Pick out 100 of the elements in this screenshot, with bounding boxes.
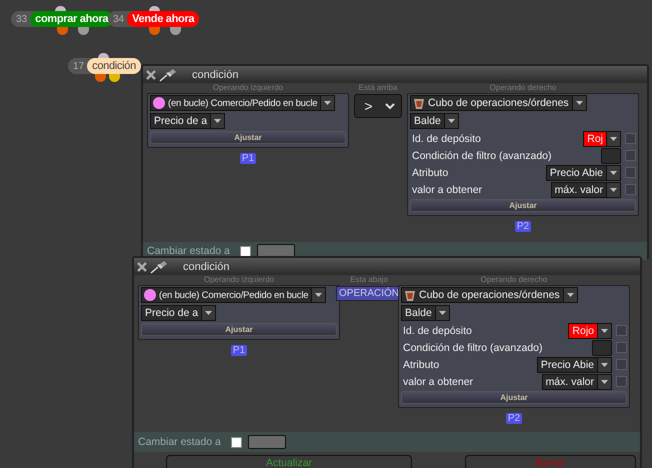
property-dropdown[interactable]: máx. valor xyxy=(550,182,621,198)
source-dropdown[interactable]: Cubo de operaciones/órdenes xyxy=(410,95,587,111)
caret-icon xyxy=(205,311,212,315)
input-port[interactable] xyxy=(55,6,66,11)
checkbox[interactable] xyxy=(230,436,242,448)
node[interactable]: 17 condición xyxy=(68,58,141,74)
bucket-icon xyxy=(413,97,425,109)
input-port[interactable] xyxy=(98,53,109,58)
caret-icon xyxy=(610,170,617,174)
section-label: Operando izquierdo xyxy=(212,83,284,93)
caret-icon xyxy=(438,311,446,315)
output-port[interactable] xyxy=(95,74,106,82)
checkbox[interactable] xyxy=(625,167,636,178)
caret-icon xyxy=(601,380,608,384)
section-label: Operando derecho xyxy=(480,275,548,285)
output-port[interactable] xyxy=(109,74,120,82)
dropdown-value: máx. valor xyxy=(554,184,604,196)
checkbox[interactable] xyxy=(616,376,627,387)
dropdown-value: Roj xyxy=(586,132,604,144)
dropdown-value: Precio de a xyxy=(153,115,208,127)
parameter-tag: P2 xyxy=(506,413,522,424)
pushpin-icon xyxy=(159,68,177,82)
property-label: Condición de filtro (avanzado) xyxy=(403,342,544,354)
checkbox[interactable] xyxy=(616,325,627,336)
checkbox[interactable] xyxy=(625,150,636,161)
parameter-tag: P1 xyxy=(240,153,256,164)
node-number: 34 xyxy=(112,14,126,24)
caret-icon xyxy=(610,136,617,140)
caret-icon xyxy=(324,101,332,105)
output-port[interactable] xyxy=(78,27,89,35)
input-field[interactable] xyxy=(592,340,612,356)
property-dropdown[interactable]: Precio Abie xyxy=(536,356,612,372)
checkbox[interactable] xyxy=(625,133,636,144)
dropdown-value: (en bucle) Comercio/Pedido en bucle xyxy=(167,98,318,108)
circle-icon xyxy=(153,97,165,109)
state-label: Cambiar estado a xyxy=(138,436,221,448)
node-label: condición xyxy=(87,58,141,74)
circle-icon xyxy=(144,289,156,301)
close-icon xyxy=(137,262,147,272)
node-label: Vende ahora xyxy=(127,11,200,27)
close-button[interactable] xyxy=(146,70,156,80)
pin-button[interactable] xyxy=(159,68,177,82)
parameter-tag: P2 xyxy=(514,221,532,232)
operator-dropdown[interactable]: > xyxy=(354,94,402,118)
node-number: 17 xyxy=(72,60,86,72)
close-button[interactable] xyxy=(137,262,147,272)
field-dropdown[interactable]: Precio de a xyxy=(150,113,226,129)
input-port[interactable] xyxy=(149,6,160,11)
source-dropdown[interactable]: (en bucle) Comercio/Pedido en bucle xyxy=(141,287,326,303)
property-label: Condición de filtro (avanzado) xyxy=(412,150,552,162)
section-label: Está arriba xyxy=(358,83,398,93)
dropdown-value: Precio de a xyxy=(144,307,200,319)
adjust-button[interactable]: Ajustar xyxy=(141,323,337,336)
caret-icon xyxy=(566,293,574,297)
node-number: 33 xyxy=(15,14,28,24)
caret-icon xyxy=(601,328,608,332)
caret-icon xyxy=(576,101,583,105)
caret-icon xyxy=(315,293,322,297)
source-dropdown[interactable]: (en bucle) Comercio/Pedido en bucle xyxy=(150,95,336,111)
property-label: Id. de depósito xyxy=(403,324,473,336)
chevron-down-icon xyxy=(384,102,395,110)
pushpin-icon xyxy=(150,260,168,274)
property-label: Atributo xyxy=(403,358,440,370)
property-dropdown[interactable]: máx. valor xyxy=(542,374,612,390)
section-label: Esta abajo xyxy=(350,275,388,285)
source-dropdown[interactable]: Cubo de operaciones/órdenes xyxy=(401,287,578,303)
close-icon xyxy=(146,70,156,80)
bucket-icon xyxy=(404,289,416,301)
dropdown-value: Balde xyxy=(404,307,433,319)
window-title: condición xyxy=(192,68,238,80)
property-label: valor a obtener xyxy=(403,376,474,388)
caret-icon xyxy=(448,119,455,123)
caret-icon xyxy=(214,119,222,123)
checkbox[interactable] xyxy=(625,184,636,195)
output-port[interactable] xyxy=(149,27,160,35)
property-label: Atributo xyxy=(412,166,450,178)
property-dropdown[interactable]: Precio Abie xyxy=(546,164,621,180)
caret-icon xyxy=(610,188,617,192)
output-port[interactable] xyxy=(57,27,68,35)
output-port[interactable] xyxy=(170,27,181,35)
adjust-button[interactable]: Ajustar xyxy=(150,131,346,144)
node[interactable]: 34 Vende ahora xyxy=(108,11,200,27)
state-field[interactable] xyxy=(248,435,286,449)
property-label: Id. de depósito xyxy=(412,132,482,144)
window-title: condición xyxy=(183,260,230,272)
checkbox[interactable] xyxy=(616,359,627,370)
pin-button[interactable] xyxy=(150,260,168,274)
adjust-button[interactable]: Ajustar xyxy=(401,391,627,404)
dropdown-value: Precio Abie xyxy=(548,166,604,178)
field-dropdown[interactable]: Precio de a xyxy=(141,305,216,321)
checkbox[interactable] xyxy=(616,342,627,353)
dropdown-value: máx. valor xyxy=(544,376,595,388)
input-field[interactable] xyxy=(601,148,621,164)
dropdown-value: Precio Abie xyxy=(540,358,595,370)
field-dropdown[interactable]: Balde xyxy=(401,305,450,321)
checkbox[interactable] xyxy=(240,246,251,256)
field-dropdown[interactable]: Balde xyxy=(410,113,459,129)
adjust-button[interactable]: Ajustar xyxy=(410,199,636,212)
section-label: Operando izquierdo xyxy=(204,275,274,285)
parameter-tag: P1 xyxy=(230,345,248,356)
